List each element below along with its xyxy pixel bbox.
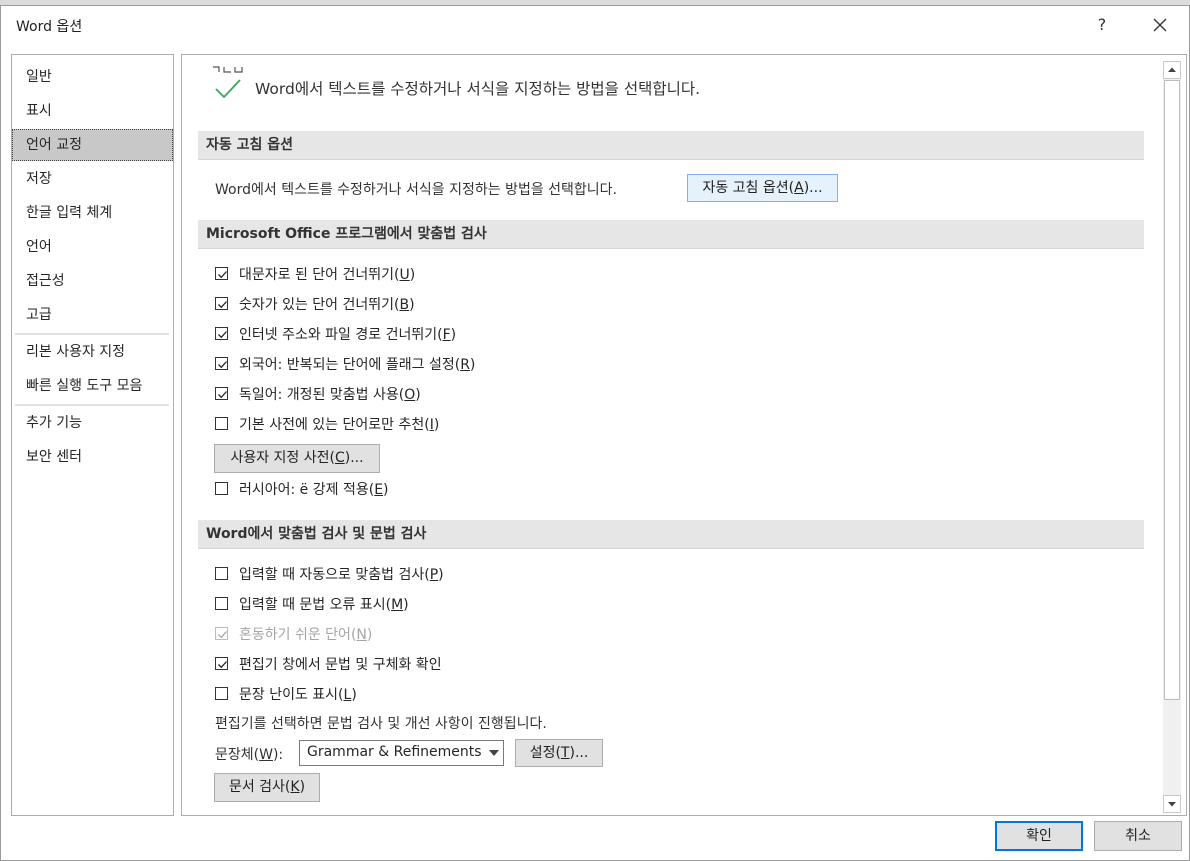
checkbox[interactable]	[215, 482, 228, 495]
checkbox-label: 기본 사전에 있는 단어로만 추천(I)	[239, 417, 440, 433]
writing-style-label: 문장체(W):	[215, 747, 284, 763]
check-icon	[218, 271, 227, 279]
title-bar: Word 옵션 ?	[1, 6, 1189, 44]
word-options-dialog: Word 옵션 ? 일반 표시 언어 교정 저장 한글 입력 체계 언어 접근성…	[0, 5, 1190, 861]
check-icon	[218, 631, 227, 639]
sidebar-divider	[15, 404, 169, 406]
checkbox[interactable]	[215, 297, 228, 310]
checkbox-label: 혼동하기 쉬운 단어(N)	[239, 627, 373, 643]
ok-button[interactable]: 확인	[995, 821, 1083, 851]
scrollbar-thumb[interactable]	[1164, 80, 1180, 700]
sidebar-divider	[15, 333, 169, 335]
checkbox[interactable]	[215, 687, 228, 700]
sidebar-item-language[interactable]: 언어	[12, 231, 173, 263]
page-description: Word에서 텍스트를 수정하거나 서식을 지정하는 방법을 선택합니다.	[255, 80, 701, 98]
check-icon	[218, 331, 227, 339]
checkbox-label: 러시아어: ë 강제 적용(E)	[239, 482, 389, 498]
scroll-up-button[interactable]	[1163, 61, 1181, 79]
checkbox-label: 독일어: 개정된 맞춤법 사용(O)	[239, 387, 421, 403]
checkbox-label: 편집기 창에서 문법 및 구체화 확인	[239, 657, 442, 673]
sidebar-item-add-ins[interactable]: 추가 기능	[12, 407, 173, 439]
checkbox-label: 외국어: 반복되는 단어에 플래그 설정(R)	[239, 357, 476, 373]
checkbox-label: 입력할 때 자동으로 맞춤법 검사(P)	[239, 567, 444, 583]
help-button[interactable]: ?	[1087, 10, 1117, 40]
check-icon	[218, 661, 227, 669]
checkbox[interactable]	[215, 327, 228, 340]
sidebar-item-save[interactable]: 저장	[12, 163, 173, 195]
checkbox[interactable]	[215, 267, 228, 280]
vertical-scrollbar[interactable]	[1163, 61, 1181, 813]
custom-dictionaries-button[interactable]: 사용자 지정 사전(C)...	[214, 444, 380, 473]
writing-style-value: Grammar & Refinements	[307, 744, 482, 760]
grammar-settings-button[interactable]: 설정(T)...	[515, 739, 603, 767]
checkbox[interactable]	[215, 357, 228, 370]
scroll-down-button[interactable]	[1163, 795, 1181, 813]
sidebar-item-advanced[interactable]: 고급	[12, 299, 173, 331]
arrow-down-icon	[1168, 802, 1176, 807]
section-header-office-spelling: Microsoft Office 프로그램에서 맞춤법 검사	[198, 220, 1144, 249]
section-header-word-spelling: Word에서 맞춤법 검사 및 문법 검사	[198, 520, 1144, 549]
chevron-down-icon	[489, 750, 499, 756]
writing-style-select[interactable]: Grammar & Refinements	[299, 740, 504, 766]
editor-note: 편집기를 선택하면 문법 검사 및 개선 사항이 진행됩니다.	[215, 716, 547, 732]
proofing-panel: Word에서 텍스트를 수정하거나 서식을 지정하는 방법을 선택합니다. 자동…	[181, 54, 1187, 816]
close-icon	[1153, 18, 1167, 32]
section-header-autocorrect: 자동 고침 옵션	[198, 131, 1144, 160]
checkbox-label: 인터넷 주소와 파일 경로 건너뛰기(F)	[239, 327, 457, 343]
close-button[interactable]	[1145, 10, 1175, 40]
checkbox-label: 대문자로 된 단어 건너뛰기(U)	[239, 267, 416, 283]
checkbox[interactable]	[215, 597, 228, 610]
recheck-document-button[interactable]: 문서 검사(K)	[214, 773, 320, 802]
checkbox-label: 숫자가 있는 단어 건너뛰기(B)	[239, 297, 415, 313]
check-icon	[218, 361, 227, 369]
sidebar-item-customize-ribbon[interactable]: 리본 사용자 지정	[12, 336, 173, 368]
category-sidebar: 일반 표시 언어 교정 저장 한글 입력 체계 언어 접근성 고급 리본 사용자…	[11, 54, 174, 816]
check-icon	[218, 391, 227, 399]
checkbox[interactable]	[215, 387, 228, 400]
checkbox-label: 문장 난이도 표시(L)	[239, 687, 357, 703]
sidebar-item-general[interactable]: 일반	[12, 61, 173, 93]
checkbox	[215, 627, 228, 640]
cancel-button[interactable]: 취소	[1094, 821, 1182, 851]
checkbox-label: 입력할 때 문법 오류 표시(M)	[239, 597, 409, 613]
sidebar-item-quick-access-toolbar[interactable]: 빠른 실행 도구 모음	[12, 370, 173, 402]
sidebar-item-display[interactable]: 표시	[12, 95, 173, 127]
checkbox[interactable]	[215, 657, 228, 670]
autocorrect-description: Word에서 텍스트를 수정하거나 서식을 지정하는 방법을 선택합니다.	[215, 182, 618, 198]
sidebar-item-korean-input[interactable]: 한글 입력 체계	[12, 197, 173, 229]
check-icon	[218, 301, 227, 309]
sidebar-item-proofing[interactable]: 언어 교정	[12, 129, 173, 161]
sidebar-item-accessibility[interactable]: 접근성	[12, 265, 173, 297]
autocorrect-options-button[interactable]: 자동 고침 옵션(A)...	[687, 174, 838, 202]
checkbox[interactable]	[215, 417, 228, 430]
arrow-up-icon	[1168, 67, 1176, 72]
checkbox[interactable]	[215, 567, 228, 580]
sidebar-item-trust-center[interactable]: 보안 센터	[12, 441, 173, 473]
proofing-check-icon	[213, 66, 243, 99]
dialog-title: Word 옵션	[16, 19, 83, 35]
